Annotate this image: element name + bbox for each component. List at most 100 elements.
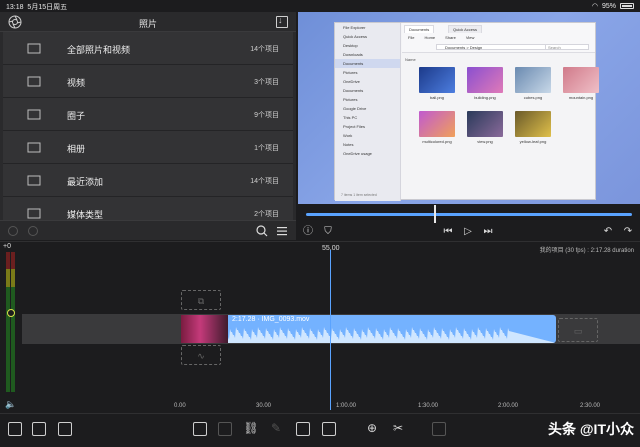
- timecode-label: 1:00.00: [336, 403, 357, 409]
- explorer-tab: Quick Access: [448, 25, 483, 33]
- record-circle-icon[interactable]: [28, 226, 38, 236]
- add-icon[interactable]: ⊕: [364, 420, 380, 436]
- album-name: 视频: [67, 78, 86, 88]
- album-list: 全部照片和视频 14个项目 视频 3个项目 圈子 9个项目 相册 1个项目 最近添加 14个项目媒…: [0, 32, 296, 230]
- file-thumbnail: [515, 67, 551, 93]
- file-name: building.png: [474, 95, 496, 100]
- info-icon[interactable]: ⓘ: [302, 226, 314, 238]
- explorer-sidebar-item: File Explorer: [343, 25, 366, 30]
- file-explorer-window: File Explorer Quick Access Desktop Download…: [334, 22, 599, 201]
- explorer-status: 7 items 1 item selected: [341, 193, 377, 197]
- edit-list-icon[interactable]: [32, 422, 46, 436]
- audio-track-icon[interactable]: [218, 422, 232, 436]
- import-icon[interactable]: [276, 15, 288, 28]
- explorer-menu-item: View: [465, 35, 475, 40]
- file-thumbnail: [419, 111, 455, 137]
- album-row[interactable]: 全部照片和视频 14个项目: [3, 32, 293, 65]
- album-row[interactable]: 相册 1个项目: [3, 131, 293, 164]
- check-circle-icon[interactable]: [8, 226, 18, 236]
- file-name: ball.png: [429, 95, 444, 100]
- add-media-icon[interactable]: [193, 422, 207, 436]
- trash-icon[interactable]: [432, 422, 446, 436]
- file-thumbnail: [467, 111, 503, 137]
- add-video-placeholder[interactable]: ⧉: [181, 290, 221, 310]
- add-clip-placeholder[interactable]: ▭: [558, 318, 598, 342]
- clip-audio[interactable]: 2:17.28 · IMG_0093.mov: [228, 315, 556, 343]
- explorer-menu-item: Home: [424, 35, 436, 40]
- shared-album-icon: [27, 109, 41, 120]
- photo-stack-icon: [27, 142, 41, 153]
- album-count: 3个项目: [254, 79, 279, 86]
- meter-knob[interactable]: [7, 309, 15, 317]
- explorer-sidebar-item: Notes: [343, 142, 354, 147]
- scrub-playhead[interactable]: [434, 205, 436, 223]
- explorer-menu-item: File: [408, 35, 415, 40]
- album-name: 相册: [67, 144, 86, 154]
- status-bar: 13:18 5月15日周五 ◠ 95%: [0, 0, 640, 12]
- file-thumbnail: [419, 67, 455, 93]
- skip-forward-icon[interactable]: ⏭: [482, 226, 494, 238]
- album-row[interactable]: 最近添加 14个项目: [3, 164, 293, 197]
- explorer-sidebar-item: Project Files: [343, 124, 366, 129]
- bottom-toolbar: ⛓ ✎ ⊕ ✂ 头条 @IT小众: [0, 413, 640, 447]
- wifi-icon: ◠: [591, 3, 598, 10]
- clip-label: 2:17.28 · IMG_0093.mov: [232, 316, 310, 323]
- explorer-sidebar-item: OneDrive usage: [343, 151, 372, 156]
- explorer-toolbar: Documents Quick Access File Home Share View…: [402, 23, 595, 53]
- video-preview[interactable]: File Explorer Quick Access Desktop Download…: [298, 12, 640, 204]
- battery-percent: 95%: [601, 2, 616, 10]
- preview-panel: File Explorer Quick Access Desktop Download…: [298, 12, 640, 240]
- album-row[interactable]: 圈子 9个项目: [3, 98, 293, 131]
- favorite-icon[interactable]: [296, 422, 310, 436]
- scissors-icon[interactable]: ✂: [390, 420, 406, 436]
- search-icon[interactable]: [256, 225, 268, 237]
- explorer-sidebar-item: Work: [343, 133, 353, 138]
- skip-back-icon[interactable]: ⏮: [442, 226, 454, 238]
- gain-label: +0: [3, 243, 11, 250]
- album-count: 14个项目: [250, 46, 279, 53]
- timecode-label: 0.00: [174, 403, 186, 409]
- photos-header: 照片: [0, 12, 296, 32]
- explorer-sidebar-item: This PC: [343, 115, 358, 120]
- add-audio-placeholder[interactable]: ∿: [181, 345, 221, 365]
- scrub-track[interactable]: [306, 213, 632, 216]
- video-camera-icon: [27, 76, 41, 87]
- folder-icon: [27, 175, 41, 186]
- album-row[interactable]: 视频 3个项目: [3, 65, 293, 98]
- album-count: 2个项目: [254, 211, 279, 218]
- timecode-label: 1:30.00: [418, 403, 439, 409]
- file-thumbnail: [515, 111, 551, 137]
- file-thumbnail: [467, 67, 503, 93]
- media-icon[interactable]: [58, 422, 72, 436]
- play-icon[interactable]: ▷: [462, 226, 474, 238]
- explorer-sidebar-item: Downloads: [343, 52, 363, 57]
- album-count: 14个项目: [250, 178, 279, 185]
- redo-icon[interactable]: ↷: [622, 226, 634, 238]
- explorer-sort: Name: [405, 57, 416, 62]
- timeline-playhead[interactable]: [330, 250, 331, 410]
- explorer-sidebar: File Explorer Quick Access Desktop Download…: [335, 23, 401, 201]
- status-right: ◠ 95%: [592, 2, 634, 10]
- status-time: 13:18 5月15日周五: [6, 4, 68, 11]
- explorer-sidebar-item: Pictures: [343, 70, 358, 75]
- explorer-search: Search: [545, 44, 589, 50]
- clip-thumbnail[interactable]: [181, 315, 229, 343]
- album-name: 全部照片和视频: [67, 45, 131, 55]
- speaker-icon[interactable]: 🔈: [5, 399, 16, 409]
- explorer-sidebar-item: Documents: [335, 59, 400, 68]
- list-view-icon[interactable]: [276, 225, 288, 237]
- folder-icon: [27, 43, 41, 54]
- file-thumbnail: [563, 67, 599, 93]
- titles-icon[interactable]: [322, 422, 336, 436]
- photos-panel: 照片 全部照片和视频14个项目视频3个项目圈子9个项目相册1个项目最近添加14个…: [0, 12, 296, 240]
- explorer-sidebar-item: OneDrive: [343, 79, 360, 84]
- album-name: 最近添加: [67, 177, 104, 187]
- audio-waveform: [228, 327, 556, 343]
- pen-icon[interactable]: ✎: [268, 420, 284, 436]
- explorer-sidebar-item: Google Drive: [343, 106, 367, 111]
- marker-icon[interactable]: ⛉: [322, 226, 334, 238]
- link-icon[interactable]: ⛓: [243, 420, 259, 436]
- explorer-menu-item: Share: [445, 35, 456, 40]
- export-icon[interactable]: [8, 422, 22, 436]
- undo-icon[interactable]: ↶: [602, 226, 614, 238]
